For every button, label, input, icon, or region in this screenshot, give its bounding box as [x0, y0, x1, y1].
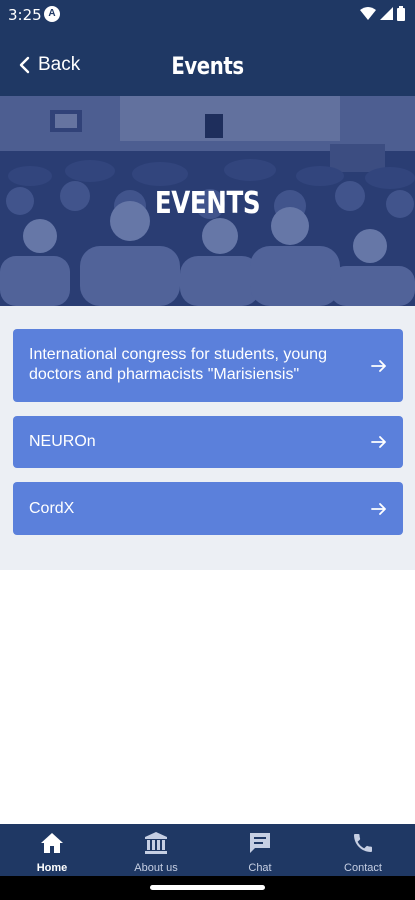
- arrow-right-icon: [371, 360, 386, 372]
- home-gesture-bar[interactable]: [150, 885, 265, 890]
- phone-icon: [354, 834, 372, 852]
- nav-chat[interactable]: Chat: [208, 824, 312, 876]
- event-card-cordx[interactable]: CordX: [13, 482, 403, 535]
- nav-home-label: Home: [36, 862, 68, 874]
- event-card-marisiensis[interactable]: International congress for students, you…: [13, 329, 403, 402]
- status-time: 3:25: [8, 6, 42, 24]
- nav-about-us[interactable]: About us: [104, 824, 208, 876]
- home-icon: [41, 833, 63, 853]
- bank-icon: [145, 832, 167, 854]
- battery-icon: [397, 6, 405, 21]
- gesture-area: [0, 876, 415, 900]
- app-bar: Back Events: [0, 30, 415, 96]
- page-title: Events: [171, 52, 244, 80]
- signal-icon: [380, 6, 393, 20]
- hero-title: EVENTS: [154, 186, 261, 221]
- bottom-nav: Home About us Chat Contact: [0, 824, 415, 876]
- event-label: CordX: [29, 500, 75, 517]
- wifi-icon: [360, 6, 376, 20]
- nav-home[interactable]: Home: [0, 824, 104, 876]
- event-label: NEUROn: [29, 433, 96, 450]
- arrow-right-icon: [371, 436, 386, 448]
- events-list: International congress for students, you…: [0, 306, 415, 570]
- status-bar: 3:25 A: [0, 0, 415, 30]
- event-card-neuron[interactable]: NEUROn: [13, 416, 403, 468]
- hero-banner: EVENTS: [0, 96, 415, 306]
- nav-contact-label: Contact: [344, 862, 382, 874]
- nav-chat-label: Chat: [248, 862, 272, 874]
- chevron-left-icon: [19, 56, 30, 74]
- status-icons: [360, 6, 405, 21]
- event-label: International congress for students, you…: [29, 346, 327, 383]
- nav-contact[interactable]: Contact: [311, 824, 415, 876]
- app-notification-icon: A: [44, 6, 60, 22]
- chat-icon: [250, 833, 270, 853]
- arrow-right-icon: [371, 503, 386, 515]
- nav-about-us-label: About us: [134, 862, 178, 874]
